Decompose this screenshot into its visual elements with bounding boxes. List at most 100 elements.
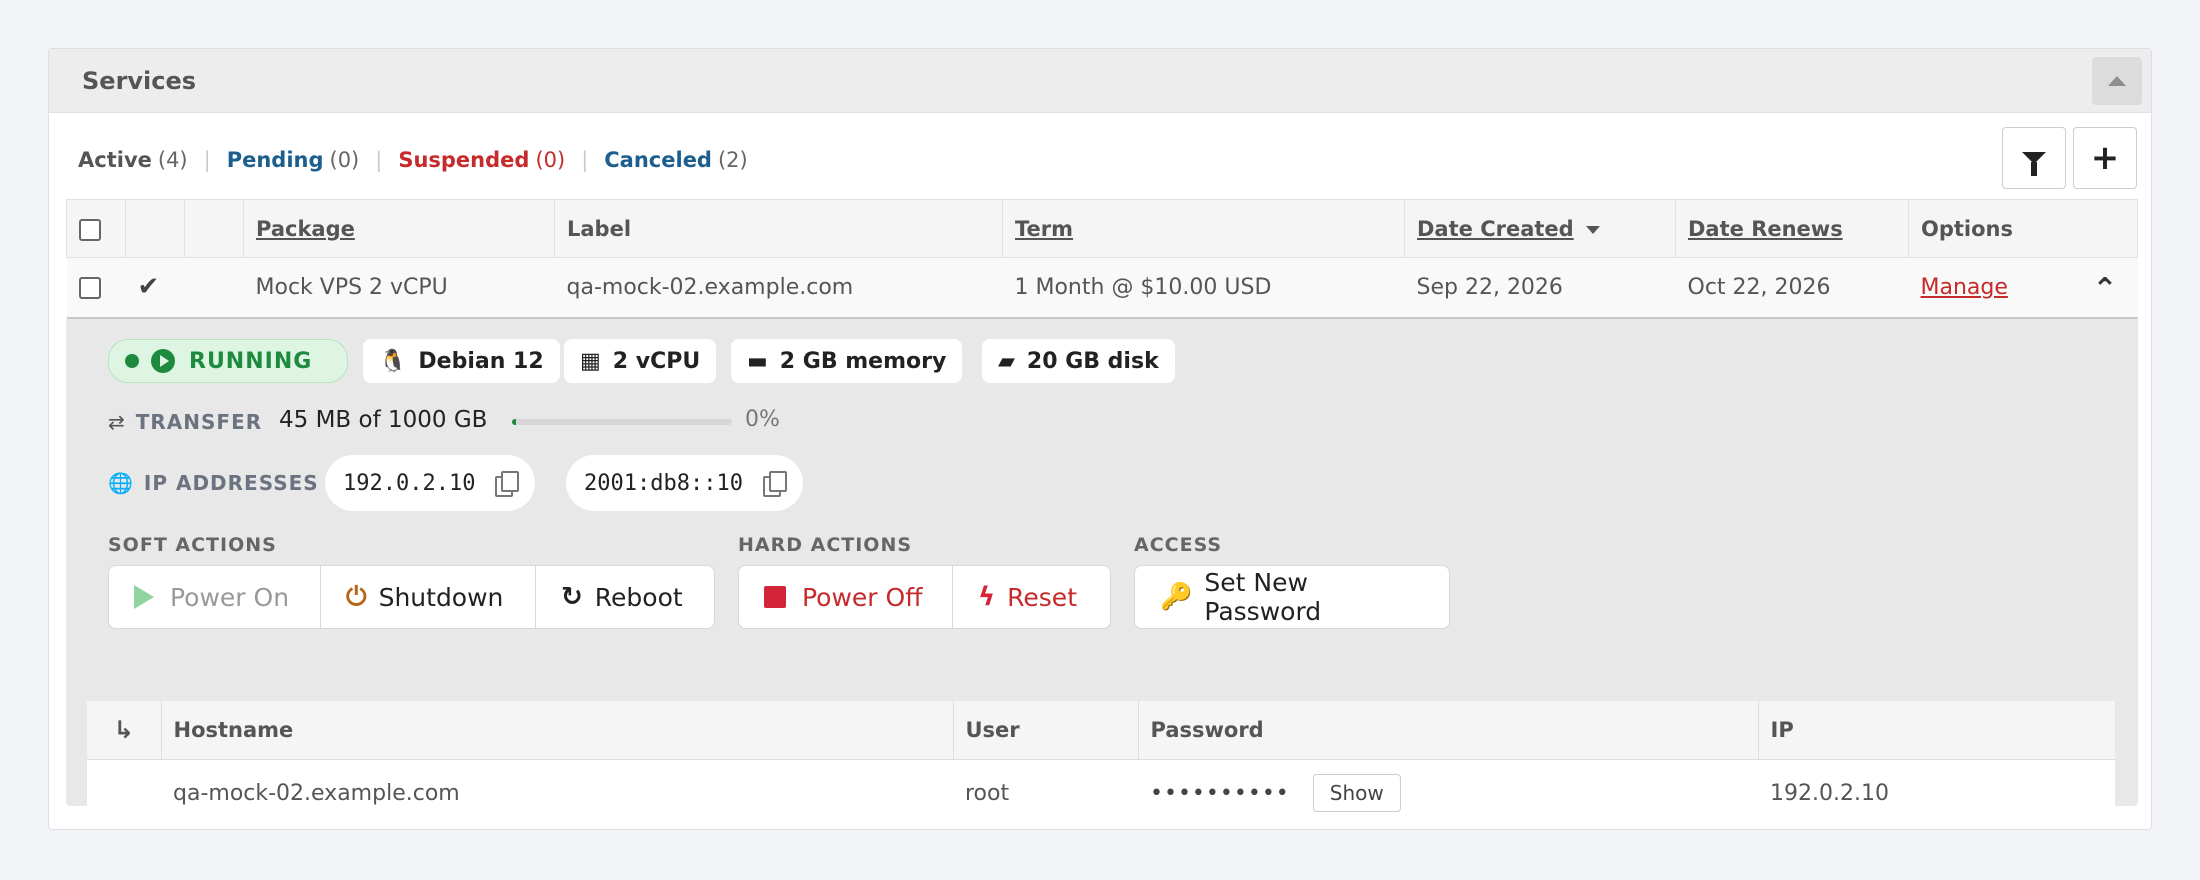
filter-pending[interactable]: Pending (0) bbox=[227, 148, 360, 172]
credentials-password-cell: •••••••••• Show bbox=[1138, 759, 1758, 827]
filter-button[interactable] bbox=[2002, 127, 2066, 189]
disk-icon: ▰ bbox=[998, 348, 1015, 374]
ipv4-address: 192.0.2.10 bbox=[343, 470, 476, 496]
copy-icon[interactable] bbox=[495, 471, 520, 497]
col-ip: IP bbox=[1758, 701, 2115, 760]
play-icon bbox=[134, 585, 154, 609]
row-term: 1 Month @ $10.00 USD bbox=[1002, 257, 1405, 319]
soft-actions-label: SOFT ACTIONS bbox=[108, 534, 277, 556]
access-label: ACCESS bbox=[1134, 534, 1223, 556]
manage-link[interactable]: Manage bbox=[1921, 275, 2008, 300]
credentials-hostname: qa-mock-02.example.com bbox=[173, 780, 460, 806]
password-mask: •••••••••• bbox=[1150, 781, 1290, 807]
status-badge: RUNNING bbox=[108, 339, 348, 383]
row-options: Manage ⌃ bbox=[1908, 257, 2138, 319]
filter-icon bbox=[2022, 152, 2046, 176]
add-service-button[interactable]: + bbox=[2073, 127, 2137, 189]
disk-badge: ▰ 20 GB disk bbox=[982, 339, 1175, 383]
chevron-up-icon[interactable]: ⌃ bbox=[2092, 272, 2117, 307]
credentials-user: root bbox=[965, 780, 1010, 806]
memory-badge: ▬ 2 GB memory bbox=[731, 339, 963, 383]
status-filters: Active (4) | Pending (0) | Suspended (0) | … bbox=[78, 145, 748, 175]
select-all-checkbox[interactable] bbox=[79, 218, 101, 241]
caret-up-icon bbox=[2108, 76, 2126, 86]
panel-title: Services bbox=[82, 66, 197, 95]
collapse-panel-button[interactable] bbox=[2092, 57, 2142, 105]
col-term[interactable]: Term bbox=[1002, 199, 1405, 258]
filter-suspended[interactable]: Suspended (0) bbox=[398, 148, 565, 172]
table-row[interactable]: ✔ Mock VPS 2 vCPU qa-mock-02.example.com… bbox=[66, 257, 2138, 319]
col-date-renews[interactable]: Date Renews bbox=[1675, 199, 1909, 258]
memory-icon: ▬ bbox=[747, 348, 768, 374]
filter-pending-count: (0) bbox=[329, 148, 360, 172]
os-badge: 🐧 Debian 12 bbox=[363, 339, 560, 383]
enter-col-header: ↳ bbox=[87, 701, 162, 760]
row-label: qa-mock-02.example.com bbox=[554, 257, 1003, 319]
col-package[interactable]: Package bbox=[243, 199, 555, 258]
credentials-empty-cell bbox=[87, 759, 161, 827]
hard-actions-label: HARD ACTIONS bbox=[738, 534, 913, 556]
ipv6-pill: 2001:db8::10 bbox=[566, 455, 803, 511]
col-options: Options bbox=[1908, 199, 2138, 258]
enter-arrow-icon: ↳ bbox=[113, 715, 134, 744]
plus-icon: + bbox=[2090, 138, 2120, 178]
cpu-badge: ▦ 2 vCPU bbox=[564, 339, 717, 383]
shutdown-button[interactable]: ⏻ Shutdown bbox=[321, 566, 536, 628]
col-user: User bbox=[953, 701, 1139, 760]
filter-canceled[interactable]: Canceled (2) bbox=[604, 148, 747, 172]
ipv4-pill: 192.0.2.10 bbox=[325, 455, 536, 511]
filter-active-count: (4) bbox=[157, 148, 188, 172]
status-dot-icon bbox=[125, 354, 139, 368]
transfer-label: ⇄ TRANSFER bbox=[108, 410, 263, 434]
copy-icon[interactable] bbox=[762, 471, 787, 497]
reboot-icon: ↻ bbox=[561, 582, 583, 612]
status-col-header bbox=[125, 199, 185, 258]
col-date-created[interactable]: Date Created bbox=[1404, 199, 1676, 258]
power-off-button[interactable]: Power Off bbox=[739, 566, 953, 628]
set-new-password-button[interactable]: 🔑 Set New Password bbox=[1135, 566, 1449, 628]
transfer-percent: 0% bbox=[745, 407, 780, 432]
services-table: Package Label Term Date Created Date Ren… bbox=[66, 199, 2138, 319]
row-date-created: Sep 22, 2026 bbox=[1404, 257, 1676, 319]
row-checkbox[interactable] bbox=[78, 276, 101, 299]
reset-button[interactable]: ϟ Reset bbox=[953, 566, 1102, 628]
row-empty-cell bbox=[184, 257, 244, 319]
credentials-table: ↳ Hostname User Password IP qa-mock-02.e… bbox=[87, 701, 2115, 827]
show-password-button[interactable]: Show bbox=[1312, 774, 1401, 813]
linux-icon: 🐧 bbox=[379, 348, 407, 374]
credentials-header-row: ↳ Hostname User Password IP bbox=[87, 701, 2115, 760]
row-status-cell: ✔ bbox=[125, 257, 185, 319]
bolt-icon: ϟ bbox=[978, 582, 996, 612]
table-header-row: Package Label Term Date Created Date Ren… bbox=[66, 199, 2138, 258]
filter-suspended-count: (0) bbox=[535, 148, 566, 172]
service-detail-panel: RUNNING 🐧 Debian 12 ▦ 2 vCPU ▬ 2 GB memory … bbox=[66, 319, 2138, 827]
transfer-value: 45 MB of 1000 GB bbox=[279, 407, 488, 433]
services-panel: Services Active (4) | Pending (0) | Suspen… bbox=[48, 48, 2152, 830]
key-icon: 🔑 bbox=[1160, 582, 1193, 612]
ip-addresses-label: 🌐 IP ADDRESSES bbox=[108, 471, 319, 495]
stop-icon bbox=[764, 586, 786, 608]
power-on-button[interactable]: Power On bbox=[109, 566, 321, 628]
transfer-progress-bar bbox=[512, 419, 732, 425]
col-hostname: Hostname bbox=[161, 701, 954, 760]
play-circle-icon bbox=[151, 349, 175, 373]
globe-icon: 🌐 bbox=[108, 471, 134, 495]
reboot-button[interactable]: ↻ Reboot bbox=[536, 566, 708, 628]
cpu-icon: ▦ bbox=[580, 348, 601, 374]
ipv6-address: 2001:db8::10 bbox=[584, 470, 743, 496]
panel-header: Services bbox=[49, 49, 2151, 113]
icon-col-header bbox=[184, 199, 244, 258]
soft-actions-group: Power On ⏻ Shutdown ↻ Reboot bbox=[108, 565, 715, 629]
filter-separator: | bbox=[203, 148, 211, 172]
filter-separator: | bbox=[375, 148, 383, 172]
credentials-row: qa-mock-02.example.com root •••••••••• S… bbox=[87, 759, 2115, 827]
sort-desc-icon bbox=[1585, 225, 1600, 234]
checkmark-icon: ✔ bbox=[137, 272, 160, 303]
row-select-cell bbox=[66, 257, 126, 319]
col-label: Label bbox=[554, 199, 1003, 258]
transfer-progress-fill bbox=[512, 419, 516, 425]
hard-actions-group: Power Off ϟ Reset bbox=[738, 565, 1111, 629]
access-group: 🔑 Set New Password bbox=[1134, 565, 1450, 629]
credentials-ip: 192.0.2.10 bbox=[1770, 780, 1889, 806]
filter-active[interactable]: Active (4) bbox=[78, 148, 188, 172]
